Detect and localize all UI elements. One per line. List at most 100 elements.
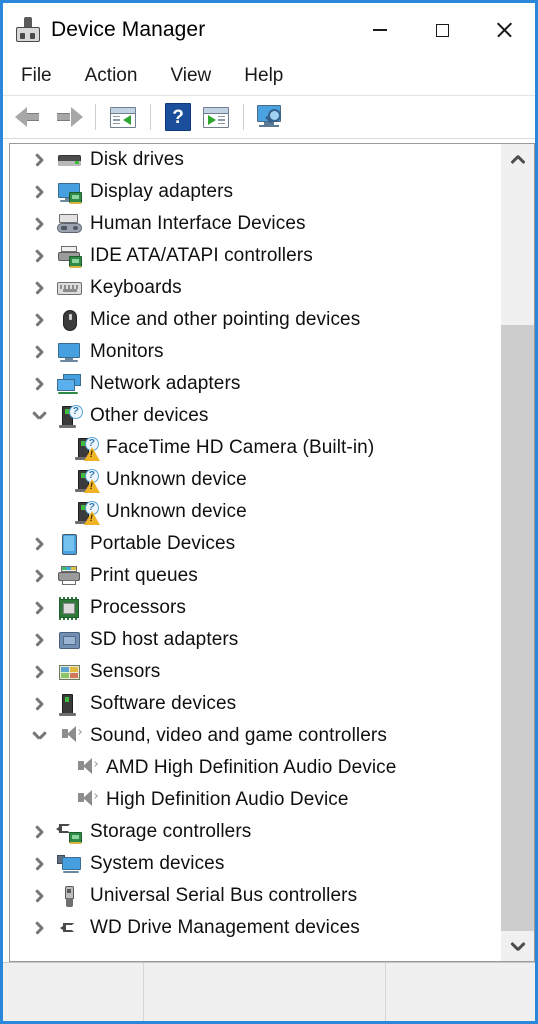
chevron-right-icon[interactable] xyxy=(26,601,54,615)
chevron-right-icon[interactable] xyxy=(26,281,54,295)
tree-row[interactable]: SD host adapters xyxy=(10,624,501,656)
tree-row[interactable]: Software devices xyxy=(10,688,501,720)
tree-row[interactable]: Mice and other pointing devices xyxy=(10,304,501,336)
tree-row-label: Monitors xyxy=(90,341,164,362)
sensor-icon xyxy=(54,661,84,684)
toolbar-separator xyxy=(95,104,96,130)
tree-row[interactable]: Display adapters xyxy=(10,176,501,208)
tree-row[interactable]: ? Unknown device xyxy=(10,496,501,528)
forward-arrow-icon xyxy=(53,107,83,127)
vertical-scrollbar[interactable] xyxy=(501,143,535,962)
tree-row[interactable]: IDE ATA/ATAPI controllers xyxy=(10,240,501,272)
properties-icon xyxy=(203,106,229,128)
device-tree-panel[interactable]: Disk drives Display adapters Human Interfa… xyxy=(9,143,501,962)
tree-row-label: Display adapters xyxy=(90,181,234,202)
content-area: Disk drives Display adapters Human Interfa… xyxy=(3,139,535,962)
tree-row[interactable]: System devices xyxy=(10,848,501,880)
tree-row[interactable]: Portable Devices xyxy=(10,528,501,560)
scan-hardware-icon xyxy=(256,105,286,129)
unknown-device-warning-icon: ? xyxy=(70,468,100,493)
chevron-right-icon[interactable] xyxy=(26,633,54,647)
minimize-button[interactable] xyxy=(349,3,411,57)
chevron-right-icon[interactable] xyxy=(26,697,54,711)
chevron-right-icon[interactable] xyxy=(26,153,54,167)
scrollbar-thumb[interactable] xyxy=(501,174,534,326)
menu-item-view[interactable]: View xyxy=(169,63,212,89)
window-controls xyxy=(349,3,535,57)
tree-row-label: Disk drives xyxy=(90,149,185,170)
chevron-right-icon[interactable] xyxy=(26,313,54,327)
scrollbar-track[interactable] xyxy=(501,174,534,931)
chevron-right-icon[interactable] xyxy=(26,537,54,551)
menu-item-file[interactable]: File xyxy=(20,63,53,89)
tree-row-label: IDE ATA/ATAPI controllers xyxy=(90,245,313,266)
tree-row-label: AMD High Definition Audio Device xyxy=(106,757,397,778)
tree-row-label: FaceTime HD Camera (Built-in) xyxy=(106,437,375,458)
printer-icon xyxy=(54,565,84,588)
tree-row[interactable]: Storage controllers xyxy=(10,816,501,848)
status-pane-2 xyxy=(144,963,386,1021)
tree-row-label: Software devices xyxy=(90,693,237,714)
console-tree-icon xyxy=(110,106,136,128)
back-button[interactable] xyxy=(11,100,49,134)
chevron-down-icon[interactable] xyxy=(26,729,54,743)
tree-row[interactable]: Print queues xyxy=(10,560,501,592)
tree-row[interactable]: Sensors xyxy=(10,656,501,688)
forward-button[interactable] xyxy=(49,100,87,134)
tree-row[interactable]: High Definition Audio Device xyxy=(10,784,501,816)
chevron-right-icon[interactable] xyxy=(26,377,54,391)
maximize-button[interactable] xyxy=(411,3,473,57)
chevron-right-icon[interactable] xyxy=(26,921,54,935)
tree-row-label: Other devices xyxy=(90,405,209,426)
tree-row[interactable]: Monitors xyxy=(10,336,501,368)
tree-row[interactable]: Human Interface Devices xyxy=(10,208,501,240)
tree-row[interactable]: Sound, video and game controllers xyxy=(10,720,501,752)
device-tree[interactable]: Disk drives Display adapters Human Interfa… xyxy=(10,144,501,961)
tree-row-label: Sensors xyxy=(90,661,161,682)
scroll-down-button[interactable] xyxy=(501,931,534,961)
properties-button[interactable] xyxy=(197,100,235,134)
speaker-icon xyxy=(70,757,100,780)
tree-row[interactable]: Network adapters xyxy=(10,368,501,400)
tree-row[interactable]: Universal Serial Bus controllers xyxy=(10,880,501,912)
toolbar-separator xyxy=(150,104,151,130)
chevron-right-icon[interactable] xyxy=(26,857,54,871)
mouse-icon xyxy=(54,309,84,332)
close-icon xyxy=(496,22,512,38)
menu-item-help[interactable]: Help xyxy=(243,63,284,89)
tree-row[interactable]: Keyboards xyxy=(10,272,501,304)
chevron-right-icon[interactable] xyxy=(26,569,54,583)
tree-row[interactable]: ? Unknown device xyxy=(10,464,501,496)
chevron-right-icon[interactable] xyxy=(26,217,54,231)
display-adapter-icon xyxy=(54,181,84,204)
chevron-right-icon[interactable] xyxy=(26,665,54,679)
help-glyph: ? xyxy=(172,106,184,128)
chevron-right-icon[interactable] xyxy=(26,889,54,903)
tree-row-label: Processors xyxy=(90,597,187,618)
tree-row[interactable]: WD Drive Management devices xyxy=(10,912,501,944)
tree-row-label: Sound, video and game controllers xyxy=(90,725,387,746)
scroll-up-button[interactable] xyxy=(501,144,534,174)
tree-row[interactable]: ? Other devices xyxy=(10,400,501,432)
back-arrow-icon xyxy=(15,107,45,127)
chevron-down-icon[interactable] xyxy=(26,409,54,423)
chevron-right-icon[interactable] xyxy=(26,249,54,263)
scan-for-hardware-changes-button[interactable] xyxy=(252,100,290,134)
keyboard-icon xyxy=(54,277,84,300)
unknown-device-warning-icon: ? xyxy=(70,436,100,461)
unknown-device-warning-icon: ? xyxy=(70,500,100,525)
sd-host-adapter-icon xyxy=(54,629,84,652)
menu-item-action[interactable]: Action xyxy=(84,63,139,89)
tree-row[interactable]: Processors xyxy=(10,592,501,624)
help-button[interactable]: ? xyxy=(159,100,197,134)
unknown-device-icon: ? xyxy=(54,404,84,428)
chevron-right-icon[interactable] xyxy=(26,345,54,359)
chevron-right-icon[interactable] xyxy=(26,185,54,199)
tree-row[interactable]: Disk drives xyxy=(10,144,501,176)
chevron-right-icon[interactable] xyxy=(26,825,54,839)
show-hide-console-tree-button[interactable] xyxy=(104,100,142,134)
close-button[interactable] xyxy=(473,3,535,57)
tree-row[interactable]: AMD High Definition Audio Device xyxy=(10,752,501,784)
tree-row-label: Universal Serial Bus controllers xyxy=(90,885,358,906)
tree-row[interactable]: ? FaceTime HD Camera (Built-in) xyxy=(10,432,501,464)
